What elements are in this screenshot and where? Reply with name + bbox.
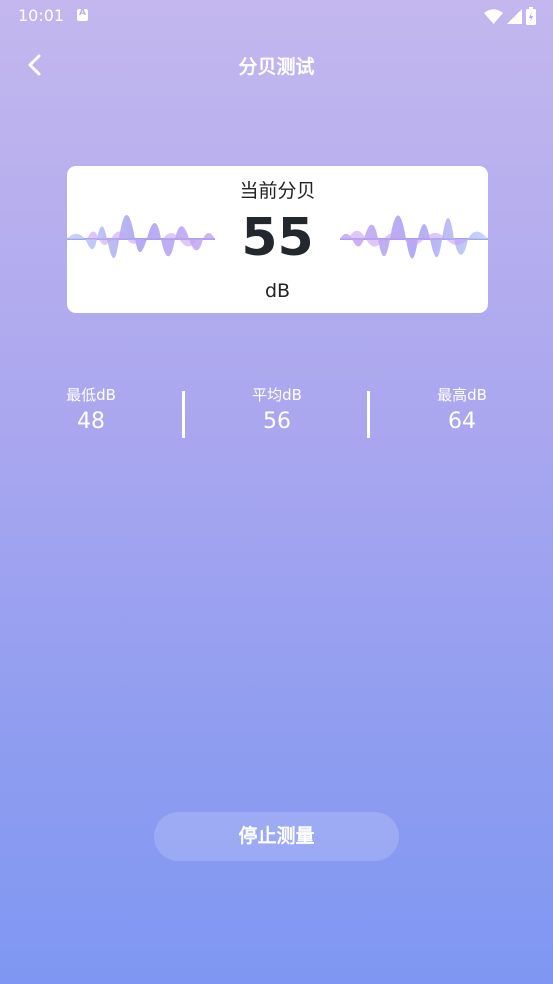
stat-avg-label: 平均dB: [252, 386, 302, 404]
stat-min: 最低dB 48: [31, 383, 151, 437]
status-icons: [484, 6, 536, 26]
stat-max: 最高dB 64: [402, 383, 522, 437]
status-time: 10:01: [18, 6, 65, 25]
current-decibel-label: 当前分贝: [239, 180, 316, 202]
stop-measurement-button[interactable]: 停止测量: [154, 812, 399, 861]
stat-min-value: 48: [77, 409, 105, 434]
app-header: 分贝测试: [0, 40, 553, 88]
app-notification-icon: A: [77, 8, 88, 21]
battery-icon: [526, 7, 536, 25]
stat-avg-value: 56: [263, 409, 291, 434]
page-title: 分贝测试: [238, 56, 315, 78]
current-decibel-value: 55: [241, 208, 314, 268]
stat-divider: [367, 391, 370, 438]
app-notification-letter: A: [79, 8, 86, 18]
stat-divider: [182, 391, 185, 438]
decibel-unit-label: dB: [264, 280, 291, 302]
wifi-icon: [484, 8, 503, 24]
decibel-meter-card: 当前分贝 55 dB: [67, 166, 488, 313]
status-bar: 10:01 A: [0, 0, 553, 32]
signal-icon: [507, 8, 522, 24]
stat-min-label: 最低dB: [66, 386, 116, 404]
stat-max-label: 最高dB: [437, 386, 487, 404]
stat-avg: 平均dB 56: [217, 383, 337, 437]
stat-max-value: 64: [448, 409, 476, 434]
decibel-stats: 最低dB 48 平均dB 56 最高dB 64: [0, 383, 553, 443]
